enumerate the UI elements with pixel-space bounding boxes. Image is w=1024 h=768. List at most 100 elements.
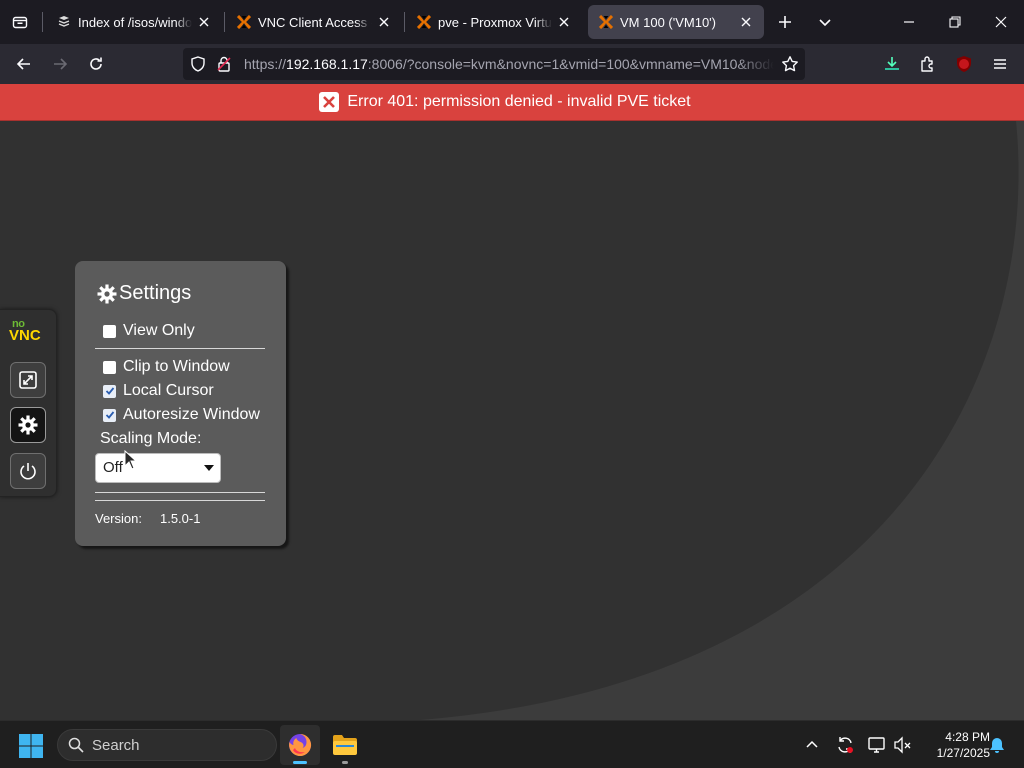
insecure-lock-icon[interactable] bbox=[216, 56, 232, 77]
show-hidden-icons-button[interactable] bbox=[800, 733, 824, 757]
chevron-up-icon bbox=[806, 740, 818, 748]
sync-status-icon[interactable] bbox=[833, 733, 857, 757]
tab-vnc-client-access[interactable]: VNC Client Access - Proxmox bbox=[226, 5, 402, 39]
scaling-mode-value: Off bbox=[103, 459, 123, 476]
download-icon bbox=[885, 57, 899, 70]
windows-taskbar: Search 4:28 PM 1/27/2025 bbox=[0, 720, 1024, 768]
novnc-control-bar: no VNC bbox=[0, 309, 57, 497]
address-bar[interactable]: https://192.168.1.17:8006/?console=kvm&n… bbox=[183, 48, 805, 80]
local-cursor-checkbox[interactable] bbox=[103, 384, 116, 398]
restore-window-button[interactable] bbox=[941, 8, 969, 36]
list-all-tabs-button[interactable] bbox=[6, 8, 34, 36]
scaling-mode-label: Scaling Mode: bbox=[100, 430, 202, 447]
vnc-canvas-area[interactable]: no VNC Settings View Only Clip to Window bbox=[0, 121, 1024, 720]
forward-button[interactable] bbox=[46, 50, 74, 78]
taskbar-file-explorer[interactable] bbox=[325, 725, 365, 765]
taskbar-clock[interactable]: 4:28 PM 1/27/2025 bbox=[918, 729, 990, 761]
chevron-down-icon bbox=[819, 19, 831, 27]
clip-to-window-option[interactable]: Clip to Window bbox=[103, 357, 230, 377]
view-only-option[interactable]: View Only bbox=[103, 321, 195, 341]
shield-icon[interactable] bbox=[190, 56, 206, 77]
settings-title: Settings bbox=[97, 282, 191, 305]
error-message: Error 401: permission denied - invalid P… bbox=[347, 93, 691, 110]
ublock-origin-icon bbox=[957, 56, 971, 72]
version-label: Version: bbox=[95, 511, 142, 526]
view-only-checkbox[interactable] bbox=[103, 324, 116, 338]
error-banner: Error 401: permission denied - invalid P… bbox=[0, 84, 1024, 121]
url-scheme: https:// bbox=[244, 56, 287, 72]
active-app-indicator bbox=[293, 761, 307, 764]
minimize-window-button[interactable] bbox=[895, 8, 923, 36]
proxmox-icon bbox=[598, 14, 614, 30]
restore-icon bbox=[949, 16, 961, 28]
local-cursor-label: Local Cursor bbox=[123, 382, 214, 399]
close-icon bbox=[995, 16, 1007, 28]
search-label: Search bbox=[92, 736, 140, 754]
puzzle-icon bbox=[921, 56, 933, 72]
view-only-label: View Only bbox=[123, 322, 195, 339]
start-button[interactable] bbox=[18, 733, 44, 759]
autoresize-window-checkbox[interactable] bbox=[103, 408, 116, 422]
tab-close-icon[interactable] bbox=[376, 14, 392, 30]
search-icon bbox=[68, 737, 84, 753]
novnc-logo: no VNC bbox=[8, 319, 48, 346]
app-menu-button[interactable] bbox=[986, 50, 1014, 78]
tab-overflow-button[interactable] bbox=[811, 8, 839, 36]
back-button[interactable] bbox=[10, 50, 38, 78]
folder-stack-icon bbox=[56, 14, 72, 30]
settings-button[interactable] bbox=[10, 407, 46, 443]
browser-tab-bar: Index of /isos/windows VNC Client Access… bbox=[0, 0, 1024, 44]
network-icon bbox=[868, 737, 885, 753]
tab-pve-proxmox[interactable]: pve - Proxmox Virtual Environment bbox=[406, 5, 582, 39]
tab-close-icon[interactable] bbox=[196, 14, 212, 30]
bookmark-star-icon[interactable] bbox=[781, 55, 799, 78]
tab-separator bbox=[224, 12, 225, 32]
checkmark-icon bbox=[105, 387, 114, 395]
folder-icon bbox=[333, 735, 357, 755]
clip-to-window-checkbox[interactable] bbox=[103, 360, 116, 374]
plus-icon bbox=[779, 16, 791, 28]
ublock-extension-button[interactable] bbox=[950, 50, 978, 78]
close-window-button[interactable] bbox=[987, 8, 1015, 36]
arrow-left-icon bbox=[16, 58, 30, 70]
scaling-mode-select[interactable]: Off bbox=[95, 453, 221, 483]
firefox-icon bbox=[289, 733, 312, 756]
network-status-icon[interactable] bbox=[865, 733, 889, 757]
volume-muted-icon bbox=[894, 736, 911, 754]
fullscreen-button[interactable] bbox=[10, 362, 46, 398]
autoresize-window-label: Autoresize Window bbox=[123, 406, 260, 423]
settings-divider bbox=[95, 500, 265, 501]
notifications-button[interactable] bbox=[985, 733, 1009, 757]
tab-close-icon[interactable] bbox=[738, 14, 754, 30]
gear-icon bbox=[97, 284, 117, 303]
tab-vm-100[interactable]: VM 100 ('VM10') bbox=[588, 5, 764, 39]
tab-title: Index of /isos/windows bbox=[78, 14, 192, 30]
sync-icon bbox=[838, 737, 853, 753]
new-tab-button[interactable] bbox=[771, 8, 799, 36]
settings-title-text: Settings bbox=[119, 282, 192, 304]
tab-title: VM 100 ('VM10') bbox=[620, 14, 716, 30]
logo-text-vnc: VNC bbox=[9, 327, 41, 344]
volume-status-icon[interactable] bbox=[890, 733, 914, 757]
clock-time: 4:28 PM bbox=[945, 730, 990, 744]
tab-close-icon[interactable] bbox=[556, 14, 572, 30]
version-info: Version: 1.5.0-1 bbox=[95, 511, 200, 526]
proxmox-icon bbox=[416, 14, 432, 30]
browser-navigation-bar: https://192.168.1.17:8006/?console=kvm&n… bbox=[0, 44, 1024, 84]
tab-separator bbox=[42, 12, 43, 32]
settings-panel: Settings View Only Clip to Window Local … bbox=[75, 261, 286, 546]
url-text[interactable]: https://192.168.1.17:8006/?console=kvm&n… bbox=[244, 48, 774, 80]
local-cursor-option[interactable]: Local Cursor bbox=[103, 381, 214, 401]
checkmark-icon bbox=[105, 411, 114, 419]
reload-button[interactable] bbox=[82, 50, 110, 78]
downloads-button[interactable] bbox=[878, 50, 906, 78]
tab-isos-index[interactable]: Index of /isos/windows bbox=[46, 5, 222, 39]
windows-logo-icon bbox=[19, 734, 43, 758]
power-icon bbox=[20, 463, 36, 480]
mouse-cursor-icon bbox=[124, 450, 138, 470]
extensions-button[interactable] bbox=[914, 50, 942, 78]
power-button[interactable] bbox=[10, 453, 46, 489]
taskbar-firefox[interactable] bbox=[280, 725, 320, 765]
autoresize-window-option[interactable]: Autoresize Window bbox=[103, 405, 260, 425]
taskbar-search-box[interactable]: Search bbox=[57, 729, 277, 761]
